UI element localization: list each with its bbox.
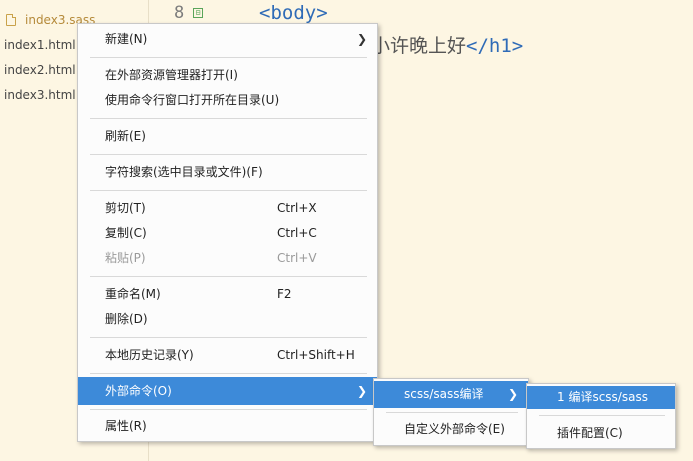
- menu-item-shortcut: Ctrl+X: [277, 201, 317, 215]
- menu-item-open-in-cmd[interactable]: 使用命令行窗口打开所在目录(U): [78, 88, 377, 112]
- code-text: 小许晚上好: [371, 35, 467, 57]
- menu-item-local-history[interactable]: 本地历史记录(Y) Ctrl+Shift+H: [78, 343, 377, 367]
- menu-item-label: 1 编译scss/sass: [557, 390, 648, 404]
- menu-separator: [90, 118, 367, 119]
- menu-item-rename[interactable]: 重命名(M) F2: [78, 282, 377, 306]
- menu-separator: [90, 373, 367, 374]
- menu-item-open-in-explorer[interactable]: 在外部资源管理器打开(I): [78, 63, 377, 87]
- code-line-body: <body>: [259, 2, 328, 24]
- menu-separator: [90, 154, 367, 155]
- menu-item-label: 重命名(M): [105, 287, 161, 301]
- menu-separator: [386, 412, 518, 413]
- file-item-label: index1.html: [4, 38, 76, 52]
- external-commands-submenu: scss/sass编译 ❯ 自定义外部命令(E): [373, 378, 529, 446]
- chevron-right-icon: ❯: [356, 384, 367, 398]
- menu-item-label: scss/sass编译: [404, 387, 484, 401]
- menu-item-label: 复制(C): [105, 226, 147, 240]
- code-line-h1: 小许晚上好</h1>: [371, 31, 523, 58]
- menu-item-scss-compile[interactable]: scss/sass编译 ❯: [374, 381, 528, 408]
- menu-item-custom-command[interactable]: 自定义外部命令(E): [374, 417, 528, 441]
- menu-item-shortcut: Ctrl+Shift+H: [277, 348, 355, 362]
- menu-separator: [90, 337, 367, 338]
- menu-item-label: 删除(D): [105, 312, 148, 326]
- file-item-label: index2.html: [4, 63, 76, 77]
- menu-item-external-commands[interactable]: 外部命令(O) ❯: [78, 377, 377, 405]
- chevron-right-icon: ❯: [356, 32, 367, 46]
- menu-item-shortcut: Ctrl+V: [277, 251, 317, 265]
- menu-item-copy[interactable]: 复制(C) Ctrl+C: [78, 221, 377, 245]
- menu-item-char-search[interactable]: 字符搜索(选中目录或文件)(F): [78, 160, 377, 184]
- chevron-right-icon: ❯: [507, 387, 518, 401]
- context-menu: 新建(N) ❯ 在外部资源管理器打开(I) 使用命令行窗口打开所在目录(U) 刷…: [77, 23, 378, 442]
- menu-separator: [90, 409, 367, 410]
- menu-item-properties[interactable]: 属性(R): [78, 414, 377, 438]
- menu-item-label: 自定义外部命令(E): [404, 422, 505, 436]
- code-close-tag: </h1>: [466, 35, 524, 57]
- menu-item-label: 本地历史记录(Y): [105, 348, 194, 362]
- menu-separator: [90, 190, 367, 191]
- menu-separator: [539, 415, 665, 416]
- menu-item-compile-scss[interactable]: 1 编译scss/sass: [527, 386, 675, 409]
- menu-item-label: 新建(N): [105, 32, 148, 46]
- menu-item-cut[interactable]: 剪切(T) Ctrl+X: [78, 196, 377, 220]
- menu-item-label: 刷新(E): [105, 129, 146, 143]
- menu-item-label: 属性(R): [105, 419, 147, 433]
- line-number: 8: [174, 3, 185, 23]
- menu-item-shortcut: Ctrl+C: [277, 226, 317, 240]
- menu-item-label: 剪切(T): [105, 201, 146, 215]
- menu-item-refresh[interactable]: 刷新(E): [78, 124, 377, 148]
- menu-item-shortcut: F2: [277, 287, 292, 301]
- menu-separator: [90, 57, 367, 58]
- menu-item-label: 插件配置(C): [557, 426, 623, 440]
- scss-compile-submenu: 1 编译scss/sass 插件配置(C): [526, 383, 676, 449]
- file-item-label: index3.html: [4, 88, 76, 102]
- fold-toggle-icon[interactable]: ⊟: [193, 8, 203, 18]
- menu-item-paste: 粘贴(P) Ctrl+V: [78, 246, 377, 270]
- menu-item-delete[interactable]: 删除(D): [78, 307, 377, 331]
- menu-item-plugin-config[interactable]: 插件配置(C): [527, 421, 675, 445]
- file-icon: [6, 14, 16, 26]
- menu-item-label: 外部命令(O): [105, 384, 172, 398]
- menu-item-label: 在外部资源管理器打开(I): [105, 68, 238, 82]
- menu-item-label: 粘贴(P): [105, 251, 146, 265]
- menu-item-new[interactable]: 新建(N) ❯: [78, 27, 377, 51]
- menu-item-label: 字符搜索(选中目录或文件)(F): [105, 165, 263, 179]
- menu-separator: [90, 276, 367, 277]
- menu-item-label: 使用命令行窗口打开所在目录(U): [105, 93, 280, 107]
